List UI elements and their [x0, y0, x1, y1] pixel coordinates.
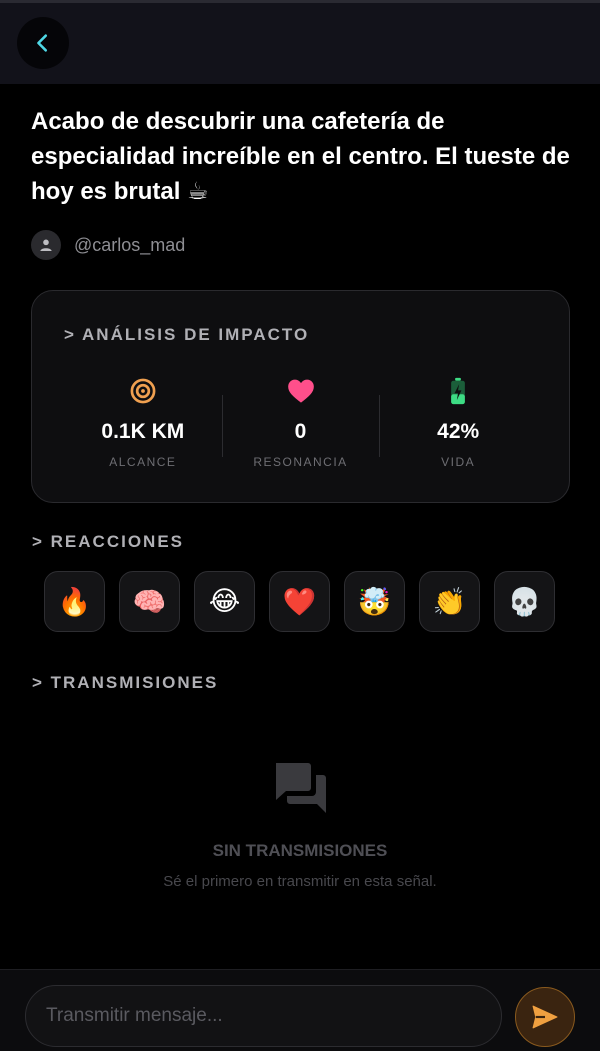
- send-button[interactable]: [515, 987, 575, 1047]
- target-icon: [130, 378, 156, 404]
- chevron-left-icon: [37, 34, 48, 52]
- reaction-laugh[interactable]: 😂: [194, 571, 255, 632]
- chat-bubbles-icon: [276, 763, 326, 813]
- life-value: 42%: [437, 420, 480, 443]
- reach-label: ALCANCE: [109, 455, 177, 469]
- heart-icon: [287, 379, 314, 403]
- empty-state-title: SIN TRANSMISIONES: [212, 841, 388, 860]
- metric-life: 42% VIDA: [379, 375, 537, 475]
- author-handle: @carlos_mad: [74, 234, 186, 255]
- reaction-fire[interactable]: 🔥: [44, 571, 105, 632]
- user-icon: [40, 239, 52, 251]
- reaction-skull[interactable]: 💀: [494, 571, 555, 632]
- send-icon: [532, 1005, 558, 1029]
- post-author[interactable]: @carlos_mad: [31, 229, 185, 261]
- reach-value: 0.1K KM: [101, 420, 185, 443]
- transmissions-heading: > TRANSMISIONES: [32, 673, 219, 692]
- reaction-mind-blown[interactable]: 🤯: [344, 571, 405, 632]
- metric-reach: 0.1K KM ALCANCE: [64, 375, 222, 475]
- reaction-clap[interactable]: 👏: [419, 571, 480, 632]
- message-input[interactable]: [25, 985, 502, 1047]
- back-button[interactable]: [17, 17, 69, 69]
- impact-heading: > ANÁLISIS DE IMPACTO: [64, 325, 310, 344]
- battery-charging-icon: [451, 377, 466, 405]
- impact-metrics: 0.1K KM ALCANCE 0 RESONANCIA 42% VIDA: [64, 375, 537, 475]
- empty-state-subtitle: Sé el primero en transmitir en esta seña…: [163, 873, 437, 890]
- life-label: VIDA: [441, 455, 476, 469]
- reactions-heading: > REACCIONES: [32, 532, 184, 551]
- resonance-value: 0: [294, 420, 307, 443]
- impact-analysis-card: > ANÁLISIS DE IMPACTO 0.1K KM ALCANCE 0 …: [31, 290, 570, 503]
- resonance-label: RESONANCIA: [253, 455, 348, 469]
- top-bar: [0, 0, 600, 84]
- message-composer: [0, 969, 600, 1051]
- post-title: Acabo de descubrir una cafetería de espe…: [31, 108, 570, 205]
- avatar: [31, 230, 61, 260]
- reaction-heart[interactable]: ❤️: [269, 571, 330, 632]
- reaction-brain[interactable]: 🧠: [119, 571, 180, 632]
- reactions-row: 🔥 🧠 😂 ❤️ 🤯 👏 💀: [44, 571, 555, 632]
- metric-resonance: 0 RESONANCIA: [221, 375, 380, 475]
